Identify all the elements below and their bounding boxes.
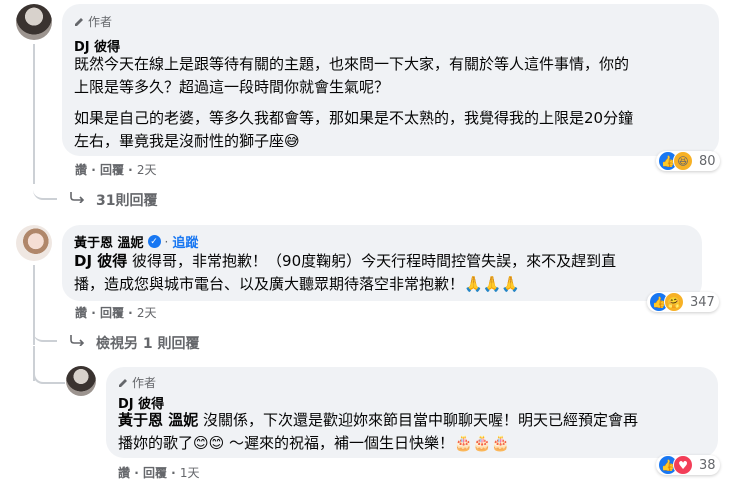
- reply-arrow-icon: [70, 335, 85, 346]
- reaction-count: 80: [699, 153, 716, 169]
- comment-line: 上限是等多久？超過這一段時間你就會生氣呢？: [74, 78, 390, 96]
- comment-line: 播，造成您與城市電台、以及廣大聽眾期待落空非常抱歉！🙏🙏🙏: [74, 275, 521, 293]
- thread-elbow: [33, 318, 57, 342]
- reply-arrow-icon: [70, 192, 85, 203]
- comment-text: DJ 彼得 彼得哥，非常抱歉！（90度鞠躬）今天行程時間控管失誤，來不及趕到直 …: [74, 250, 699, 296]
- author-badge: 作者: [74, 13, 112, 30]
- timestamp[interactable]: 1天: [180, 466, 200, 480]
- comment-line: 既然今天在線上是跟等待有關的主題，也來問一下大家，有關於等人這件事情，你的: [74, 55, 630, 73]
- comment-text: 黃于恩 溫妮 沒關係，下次還是歡迎妳來節目當中聊聊天喔！明天已經預定會再 播妳的…: [118, 409, 713, 455]
- reaction-count: 38: [699, 457, 716, 473]
- timestamp[interactable]: 2天: [137, 163, 157, 177]
- reaction-summary[interactable]: 👍 😆 80: [656, 151, 720, 171]
- pencil-icon: [119, 379, 127, 387]
- comment-line: 左右，畢竟我是沒耐性的獅子座😅: [74, 132, 300, 150]
- comment-actions: 讚 · 回覆 · 2天: [75, 163, 157, 177]
- comment-author-name[interactable]: 黃于恩 溫妮: [74, 232, 144, 251]
- care-icon: 🤗: [664, 292, 684, 312]
- comment-line: 播妳的歌了😊😊 ～遲來的祝福，補一個生日快樂！🎂🎂🎂: [118, 434, 511, 452]
- author-tag-label: 作者: [132, 376, 157, 390]
- timestamp[interactable]: 2天: [137, 306, 157, 320]
- love-icon: ♥: [673, 455, 693, 475]
- comment-actions: 讚 · 回覆 · 2天: [75, 306, 157, 320]
- thread-line: [33, 44, 35, 184]
- reply-button[interactable]: 回覆: [100, 306, 124, 320]
- view-more-replies-link[interactable]: 檢視另 1 則回覆: [96, 333, 200, 353]
- reply-button[interactable]: 回覆: [100, 163, 124, 177]
- comment-line: 沒關係，下次還是歡迎妳來節目當中聊聊天喔！明天已經預定會再: [198, 411, 639, 429]
- author-tag-label: 作者: [88, 15, 113, 29]
- comment-actions: 讚 · 回覆 · 1天: [118, 466, 200, 480]
- commenter-avatar[interactable]: [16, 225, 52, 261]
- reply-button[interactable]: 回覆: [143, 466, 167, 480]
- comment-bubble: 作者 DJ 彼得 黃于恩 溫妮 沒關係，下次還是歡迎妳來節目當中聊聊天喔！明天已…: [106, 367, 718, 458]
- comment-line: 如果是自己的老婆，等多久我都會等，那如果是不太熟的，我覺得我的上限是20分鐘: [74, 109, 634, 127]
- comment-bubble: 黃于恩 溫妮 ✓ · 追蹤 DJ 彼得 彼得哥，非常抱歉！（90度鞠躬）今天行程…: [62, 225, 702, 301]
- like-button[interactable]: 讚: [118, 466, 130, 480]
- verified-badge-icon: ✓: [147, 235, 161, 248]
- thread-elbow: [33, 360, 65, 384]
- like-button[interactable]: 讚: [75, 163, 87, 177]
- comment-header: 黃于恩 溫妮 ✓ · 追蹤: [74, 232, 198, 252]
- author-avatar[interactable]: [16, 4, 52, 40]
- reaction-summary[interactable]: 👍 ♥ 38: [656, 455, 720, 475]
- pencil-icon: [75, 18, 83, 26]
- haha-icon: 😆: [673, 151, 693, 171]
- comment-bubble: 作者 DJ 彼得 既然今天在線上是跟等待有關的主題，也來問一下大家，有關於等人這…: [62, 4, 719, 156]
- comment-text: 既然今天在線上是跟等待有關的主題，也來問一下大家，有關於等人這件事情，你的 上限…: [74, 53, 714, 153]
- reaction-count: 347: [690, 294, 715, 310]
- reaction-summary[interactable]: 👍 🤗 347: [647, 292, 719, 312]
- author-badge: 作者: [118, 374, 156, 391]
- mention-link[interactable]: 黃于恩 溫妮: [118, 411, 198, 429]
- view-replies-link[interactable]: 31則回覆: [96, 190, 157, 210]
- author-avatar[interactable]: [66, 366, 96, 396]
- comment-line: 彼得哥，非常抱歉！（90度鞠躬）今天行程時間控管失誤，來不及趕到直: [127, 252, 617, 270]
- thread-elbow: [33, 176, 57, 200]
- follow-button[interactable]: 追蹤: [172, 232, 198, 251]
- like-button[interactable]: 讚: [75, 306, 87, 320]
- mention-link[interactable]: DJ 彼得: [74, 252, 127, 270]
